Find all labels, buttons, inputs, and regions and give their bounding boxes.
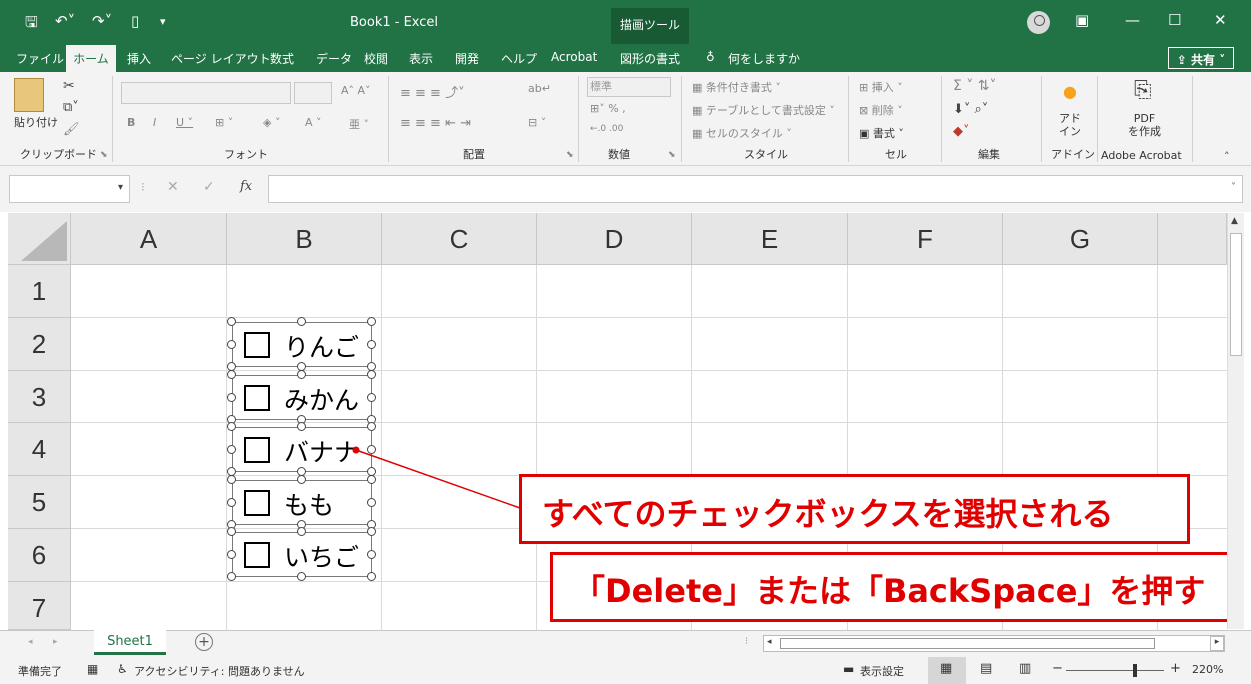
callout-press-delete: 「Delete」または「BackSpace」を押す: [550, 552, 1232, 622]
display-settings-icon[interactable]: ▬: [843, 662, 854, 676]
status-ready: 準備完了: [18, 665, 62, 678]
splitter-icon[interactable]: ⁝: [745, 636, 748, 647]
add-sheet-button[interactable]: +: [195, 633, 213, 651]
zoom-level[interactable]: 220%: [1192, 663, 1223, 676]
tab-scroll-right-icon[interactable]: ▸: [53, 637, 58, 647]
h-scroll-thumb[interactable]: [780, 638, 1155, 649]
accessibility-icon[interactable]: ♿: [117, 662, 128, 676]
horizontal-scrollbar[interactable]: ◂: [763, 635, 1225, 652]
connector-line: [355, 449, 521, 509]
page-layout-view-icon[interactable]: ▤: [980, 661, 992, 676]
tab-scroll-left-icon[interactable]: ◂: [28, 637, 33, 647]
accessibility-status[interactable]: アクセシビリティ: 問題ありません: [134, 663, 305, 679]
zoom-slider-thumb[interactable]: [1133, 664, 1137, 677]
sheet-tab[interactable]: Sheet1: [94, 630, 166, 655]
zoom-out-icon[interactable]: −: [1052, 661, 1063, 676]
callout-select-all: すべてのチェックボックスを選択される: [519, 474, 1190, 544]
scroll-up-icon[interactable]: ▲: [1231, 216, 1238, 226]
status-bar: 準備完了 ▦ ♿ アクセシビリティ: 問題ありません ▬ 表示設定 ▦ ▤ ▥ …: [0, 657, 1251, 684]
scroll-left-icon[interactable]: ◂: [767, 637, 772, 647]
zoom-slider-track[interactable]: [1066, 670, 1164, 671]
vertical-scrollbar[interactable]: ▲: [1227, 213, 1244, 629]
page-break-view-icon[interactable]: ▥: [1019, 661, 1031, 676]
scroll-thumb[interactable]: [1230, 233, 1242, 356]
display-settings[interactable]: 表示設定: [860, 663, 904, 679]
macro-record-icon[interactable]: ▦: [87, 662, 98, 676]
normal-view-icon: ▦: [940, 661, 953, 676]
scroll-right-icon[interactable]: ▸: [1210, 636, 1224, 651]
sheet-tab-bar: ◂ ▸ Sheet1 + ⁝ ◂ ▸: [0, 630, 1251, 657]
normal-view-button[interactable]: ▦: [928, 657, 966, 684]
zoom-in-icon[interactable]: +: [1170, 661, 1181, 676]
